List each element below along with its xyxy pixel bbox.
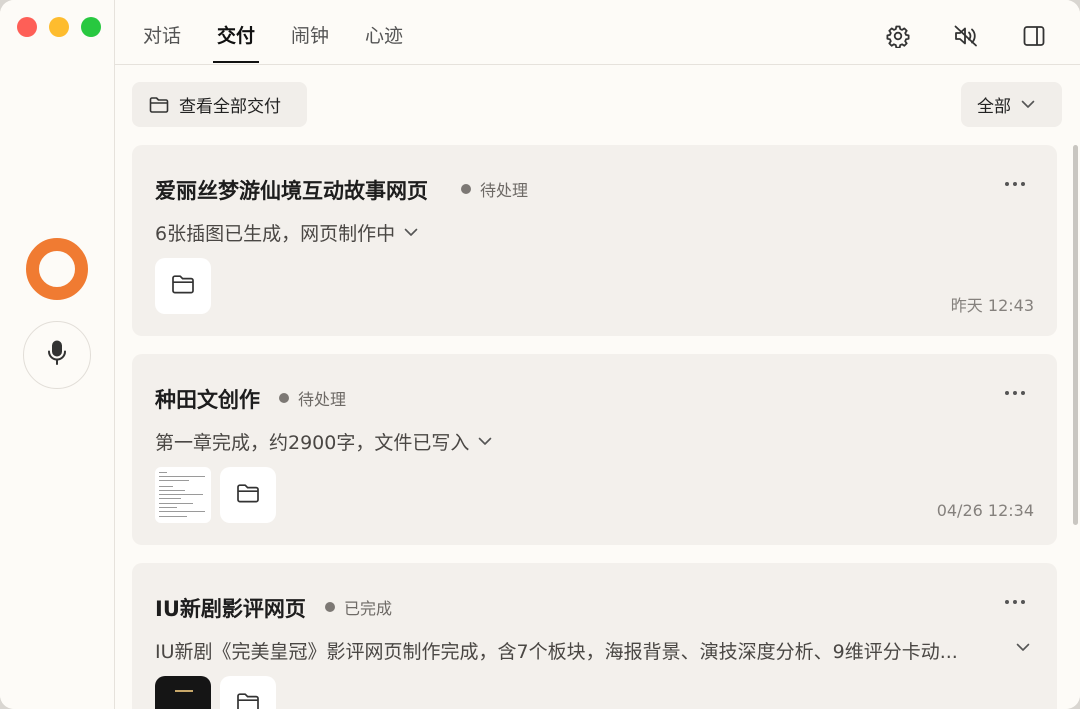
chevron-down-icon <box>1021 100 1035 109</box>
status-filter-dropdown[interactable]: 全部 <box>961 82 1062 127</box>
sidebar-toggle-icon[interactable] <box>1021 23 1047 49</box>
zoom-window-button[interactable] <box>81 17 101 37</box>
view-all-label: 查看全部交付 <box>179 97 281 117</box>
delivery-card[interactable]: IU新剧影评网页 已完成 IU新剧《完美皇冠》影评网页制作完成，含7个板块，海报… <box>132 563 1057 709</box>
tab-alarm[interactable]: 闹钟 <box>291 23 329 63</box>
webpage-thumbnail[interactable] <box>155 676 211 709</box>
main-panel: 对话 交付 闹钟 心迹 查看全部交付 全部 爱丽丝梦游仙境互动故事网页 待处理 … <box>115 0 1080 709</box>
close-window-button[interactable] <box>17 17 37 37</box>
microphone-icon <box>47 340 67 370</box>
timestamp: 04/26 12:34 <box>936 501 1034 520</box>
card-title: 爱丽丝梦游仙境互动故事网页 <box>155 179 428 203</box>
folder-icon <box>236 692 260 709</box>
status-label: 待处理 <box>480 181 529 200</box>
app-window: 对话 交付 闹钟 心迹 查看全部交付 全部 爱丽丝梦游仙境互动故事网页 待处理 … <box>0 0 1080 709</box>
status-dot <box>461 184 471 194</box>
tab-deliveries[interactable]: 交付 <box>212 23 260 63</box>
left-rail <box>0 0 115 709</box>
chevron-down-icon[interactable] <box>1016 643 1030 652</box>
open-folder-button[interactable] <box>220 467 276 523</box>
status-badge: 已完成 <box>325 595 392 619</box>
open-folder-button[interactable] <box>220 676 276 709</box>
status-dot <box>279 393 289 403</box>
timestamp: 昨天 12:43 <box>950 296 1034 315</box>
status-dot <box>325 602 335 612</box>
tab-bar: 对话 交付 闹钟 心迹 <box>115 0 1080 65</box>
minimize-window-button[interactable] <box>49 17 69 37</box>
card-title: 种田文创作 <box>155 388 260 412</box>
delivery-card[interactable]: 爱丽丝梦游仙境互动故事网页 待处理 6张插图已生成，网页制作中 昨天 12:43 <box>132 145 1057 336</box>
folder-icon <box>149 95 169 115</box>
microphone-button[interactable] <box>23 321 91 389</box>
card-title: IU新剧影评网页 <box>155 597 306 621</box>
summary-text: 6张插图已生成，网页制作中 <box>155 223 396 245</box>
status-badge: 待处理 <box>279 386 346 410</box>
status-badge: 待处理 <box>461 177 528 201</box>
status-label: 已完成 <box>344 599 393 618</box>
tab-journal[interactable]: 心迹 <box>365 23 403 63</box>
document-thumbnail[interactable] <box>155 467 211 523</box>
scrollbar[interactable] <box>1073 145 1078 525</box>
speaker-muted-icon[interactable] <box>953 23 979 49</box>
summary-text: 第一章完成，约2900字，文件已写入 <box>155 432 470 454</box>
gear-icon[interactable] <box>885 23 911 49</box>
chevron-down-icon <box>404 228 418 237</box>
assistant-orb[interactable] <box>26 238 88 300</box>
card-summary[interactable]: 第一章完成，约2900字，文件已写入 <box>155 428 492 455</box>
folder-icon <box>236 483 260 507</box>
view-all-deliveries-button[interactable]: 查看全部交付 <box>132 82 307 127</box>
card-summary[interactable]: 6张插图已生成，网页制作中 <box>155 219 418 246</box>
filter-label: 全部 <box>977 97 1011 117</box>
card-summary[interactable]: IU新剧《完美皇冠》影评网页制作完成，含7个板块，海报背景、演技深度分析、9维评… <box>155 637 958 664</box>
open-folder-button[interactable] <box>155 258 211 314</box>
tab-chat[interactable]: 对话 <box>143 23 181 63</box>
chevron-down-icon <box>478 437 492 446</box>
more-options-icon[interactable] <box>1005 597 1025 607</box>
more-options-icon[interactable] <box>1005 179 1025 189</box>
summary-text: IU新剧《完美皇冠》影评网页制作完成，含7个板块，海报背景、演技深度分析、9维评… <box>155 641 958 663</box>
more-options-icon[interactable] <box>1005 388 1025 398</box>
folder-icon <box>171 274 195 298</box>
delivery-card[interactable]: 种田文创作 待处理 第一章完成，约2900字，文件已写入 04/26 12:34 <box>132 354 1057 545</box>
status-label: 待处理 <box>298 390 347 409</box>
